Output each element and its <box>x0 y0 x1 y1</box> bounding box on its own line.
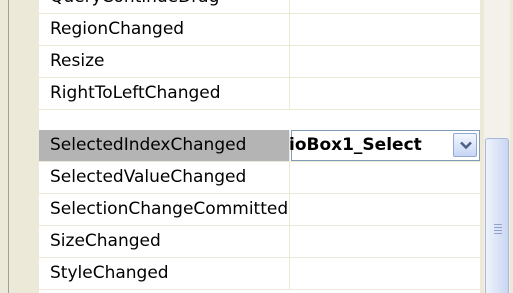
event-name: RegionChanged <box>39 14 290 45</box>
event-row[interactable]: RegionChanged <box>39 14 480 46</box>
event-row[interactable]: SelectedValueChanged <box>39 162 480 194</box>
grip-icon <box>494 224 502 236</box>
event-name: StyleChanged <box>39 258 290 289</box>
event-name: RightToLeftChanged <box>39 78 290 109</box>
event-row[interactable]: Resize <box>39 46 480 78</box>
event-name: QueryContinueDrag <box>39 0 290 13</box>
event-value[interactable] <box>291 0 480 13</box>
event-value[interactable] <box>291 194 480 225</box>
scrollbar-thumb[interactable] <box>485 138 509 293</box>
event-name: SelectedValueChanged <box>39 162 290 193</box>
event-value[interactable] <box>291 162 480 193</box>
event-row[interactable]: SelectionChangeCommitted <box>39 194 480 226</box>
chevron-down-icon <box>460 141 472 150</box>
event-row[interactable]: RightToLeftChanged <box>39 78 480 110</box>
event-name: SelectedIndexChanged <box>39 130 290 161</box>
event-value[interactable] <box>291 78 480 109</box>
events-grid: QueryContinueDrag RegionChanged Resize R… <box>39 0 480 293</box>
event-handler-value[interactable]: ioBox1_Select <box>289 131 422 160</box>
event-row-selected[interactable]: SelectedIndexChanged ioBox1_Select <box>39 130 480 162</box>
event-name: SizeChanged <box>39 226 290 257</box>
category-gutter <box>9 0 39 293</box>
event-name: SelectionChangeCommitted <box>39 194 290 225</box>
event-name: Resize <box>39 46 290 77</box>
event-value[interactable] <box>291 226 480 257</box>
event-value[interactable] <box>291 46 480 77</box>
event-value[interactable] <box>291 258 480 289</box>
property-grid-window: QueryContinueDrag RegionChanged Resize R… <box>0 0 513 293</box>
event-handler-combobox[interactable]: ioBox1_Select <box>289 130 480 161</box>
event-row[interactable]: QueryContinueDrag <box>39 0 480 14</box>
frame-left <box>0 0 8 293</box>
event-value[interactable] <box>291 14 480 45</box>
event-row[interactable]: SizeChanged <box>39 226 480 258</box>
dropdown-button[interactable] <box>453 133 477 157</box>
event-row[interactable]: StyleChanged <box>39 258 480 290</box>
